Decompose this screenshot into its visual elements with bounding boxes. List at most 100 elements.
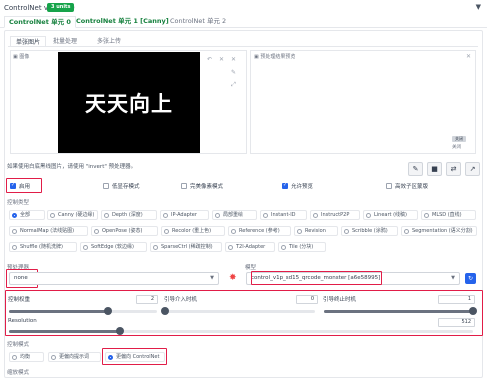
webcam-button[interactable]: ■: [427, 162, 442, 176]
radio: [164, 229, 169, 234]
allow-preview-label: 允许预览: [291, 184, 314, 190]
start-input[interactable]: 0: [296, 295, 318, 304]
radio: [12, 245, 17, 250]
weight-slider[interactable]: [9, 307, 157, 315]
radio: [83, 245, 88, 250]
tab-unit-0[interactable]: ControlNet 单元 0: [4, 16, 76, 28]
end-slider[interactable]: [324, 307, 477, 315]
radio: [424, 213, 429, 218]
end-input[interactable]: 1: [438, 295, 475, 304]
radio: [51, 355, 56, 360]
new-canvas-button[interactable]: ✎: [408, 162, 423, 176]
end-slider-handle[interactable]: [469, 307, 477, 315]
end-label: 引导终止时机: [323, 297, 357, 303]
control-type-option[interactable]: Segmentation (语义分割): [401, 226, 477, 236]
radio: [94, 229, 99, 234]
weight-slider-fill: [9, 310, 109, 313]
preprocessor-select[interactable]: none ▼: [9, 272, 219, 285]
effective-region-mask-checkbox[interactable]: [386, 183, 392, 189]
clear-icon[interactable]: ✕: [218, 56, 225, 63]
weight-label: 控制权重: [8, 297, 31, 303]
control-type-option[interactable]: Scribble (涂鸦): [341, 226, 398, 236]
radio: [153, 245, 158, 250]
refresh-models-button[interactable]: ↻: [465, 273, 476, 284]
edit-icon[interactable]: ⤢: [230, 81, 237, 88]
undo-icon[interactable]: ↶: [206, 56, 213, 63]
resolution-slider[interactable]: [9, 327, 473, 335]
enable-checkbox[interactable]: [10, 182, 16, 189]
radio: [228, 245, 233, 250]
control-type-option[interactable]: IP-Adapter: [160, 210, 209, 220]
radio-selected: [12, 213, 17, 218]
resolution-label: Resolution: [8, 318, 37, 324]
start-slider-handle[interactable]: [161, 307, 169, 315]
control-mode-option[interactable]: 更偏向 ControlNet: [105, 352, 165, 362]
tab-unit-1[interactable]: ControlNet 单元 1 [Canny]: [72, 16, 173, 28]
control-mode-label: 控制模式: [7, 342, 30, 348]
radio: [281, 245, 286, 250]
radio: [344, 229, 349, 234]
resolution-slider-fill: [9, 330, 121, 333]
preview-label: ▣ 预处理结果预览: [254, 54, 296, 60]
start-slider[interactable]: [161, 307, 315, 315]
arrow-up-icon: ↗: [469, 165, 476, 173]
control-type-option[interactable]: InstructP2P: [310, 210, 360, 220]
preview-close-icon[interactable]: ✕: [466, 53, 471, 60]
brush-icon[interactable]: ✎: [230, 69, 237, 76]
control-type-option[interactable]: Revision: [294, 226, 338, 236]
send-size-button[interactable]: ↗: [465, 162, 480, 176]
radio: [163, 213, 168, 218]
pixel-perfect-label: 完美像素模式: [190, 184, 224, 190]
control-mode-option[interactable]: 更偏向提示词: [48, 352, 101, 362]
highlight-model: [251, 271, 382, 285]
control-type-option[interactable]: 全部: [9, 210, 45, 220]
control-type-label: 控制类型: [7, 200, 30, 206]
control-type-option[interactable]: SoftEdge (软边缘): [80, 242, 147, 252]
radio: [366, 213, 371, 218]
invert-hint: 如果使用白底黑线图片，请使用 "invert" 预处理器。: [7, 164, 137, 170]
camera-icon: ■: [431, 165, 438, 173]
control-type-option[interactable]: OpenPose (姿态): [91, 226, 158, 236]
control-mode-option[interactable]: 均衡: [9, 352, 44, 362]
radio-selected: [108, 355, 113, 360]
preview-close-button[interactable]: 关闭: [452, 136, 466, 142]
swap-size-button[interactable]: ⇄: [446, 162, 461, 176]
control-type-option[interactable]: Instant-ID: [260, 210, 307, 220]
model-label: 模型: [245, 265, 257, 271]
radio: [313, 213, 318, 218]
control-type-option[interactable]: T2I-Adapter: [225, 242, 275, 252]
preprocessor-preview: [250, 50, 476, 154]
control-type-option[interactable]: Shuffle (随机洗牌): [9, 242, 77, 252]
preview-close-label: 关闭: [452, 145, 461, 150]
pixel-perfect-checkbox[interactable]: [181, 183, 187, 189]
run-preprocessor-icon[interactable]: ✸: [229, 274, 237, 283]
control-type-option[interactable]: Canny (硬边缘): [47, 210, 98, 220]
allow-preview-checkbox[interactable]: [282, 182, 288, 189]
radio: [12, 355, 17, 360]
control-type-option[interactable]: 局部重绘: [212, 210, 257, 220]
control-type-option[interactable]: Tile (分块): [278, 242, 326, 252]
low-vram-checkbox[interactable]: [103, 183, 109, 189]
edit-icon: ✎: [412, 165, 419, 173]
weight-input[interactable]: 2: [136, 295, 158, 304]
radio: [231, 229, 236, 234]
start-label: 引导介入时机: [164, 297, 198, 303]
control-type-option[interactable]: Reference (参考): [228, 226, 291, 236]
control-type-option[interactable]: Depth (深度): [101, 210, 157, 220]
radio: [50, 213, 55, 218]
control-type-option[interactable]: SparseCtrl (稀疏控制): [150, 242, 222, 252]
control-type-option[interactable]: MLSD (直线): [421, 210, 476, 220]
radio: [263, 213, 268, 218]
units-badge: 3 units: [47, 3, 75, 12]
radio: [215, 213, 220, 218]
radio: [12, 229, 17, 234]
tab-unit-2[interactable]: ControlNet 单元 2: [166, 16, 230, 28]
low-vram-label: 低显存模式: [112, 184, 140, 190]
control-type-option[interactable]: Recolor (重上色): [161, 226, 225, 236]
collapse-icon[interactable]: ▼: [476, 3, 481, 11]
canvas-image-text: 天天向上: [85, 92, 173, 116]
control-type-option[interactable]: Lineart (线稿): [363, 210, 418, 220]
close-icon[interactable]: ✕: [230, 56, 237, 63]
resolution-input[interactable]: 512: [438, 318, 475, 327]
control-type-option[interactable]: NormalMap (法线贴图): [9, 226, 88, 236]
